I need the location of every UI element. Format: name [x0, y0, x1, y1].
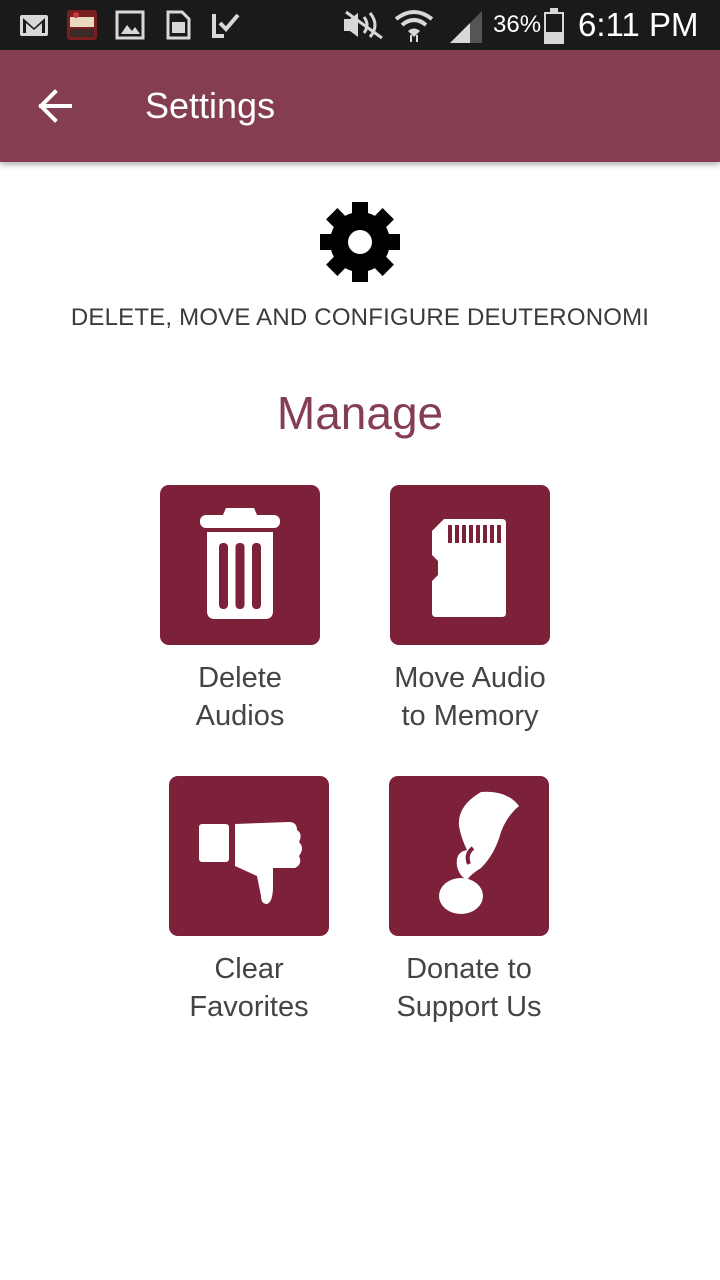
download-check-icon: [212, 13, 240, 38]
status-bar: 36% 6:11 PM: [0, 0, 720, 50]
tile-label-line: Audios: [195, 700, 285, 732]
donate-hand-icon: [439, 791, 519, 914]
delete-audios-label: Delete Audios: [110, 659, 370, 735]
wifi-icon: [394, 10, 434, 42]
gmail-icon: [20, 15, 48, 36]
tile-label-line: Support Us: [396, 991, 542, 1023]
donate-label: Donate to Support Us: [339, 950, 599, 1026]
donate-tile[interactable]: [389, 776, 549, 936]
trash-icon: [200, 508, 280, 619]
app-bar: Settings: [0, 50, 720, 162]
delete-audios-tile[interactable]: [160, 485, 320, 645]
tile-label-line: Donate to: [406, 953, 532, 985]
page-title: Settings: [145, 85, 276, 126]
sd-card-icon: [432, 519, 506, 617]
tile-label-line: Move Audio: [394, 662, 546, 694]
app-notification-icon: [67, 10, 97, 40]
settings-subtitle: DELETE, MOVE AND CONFIGURE DEUTERONOMI: [70, 304, 650, 331]
tile-label-line: to Memory: [401, 700, 539, 732]
move-audio-tile[interactable]: [390, 485, 550, 645]
clear-favorites-tile[interactable]: [169, 776, 329, 936]
status-time: 6:11 PM: [578, 6, 699, 43]
battery-icon: [544, 8, 564, 44]
sim-card-icon: [166, 10, 191, 40]
thumbs-down-icon: [199, 822, 302, 904]
section-title-manage: Manage: [276, 387, 444, 439]
tile-label-line: Delete: [198, 662, 282, 694]
mute-icon: [344, 10, 383, 40]
back-button[interactable]: [26, 80, 86, 132]
settings-header-icon: [318, 200, 402, 284]
gear-icon: [320, 202, 400, 282]
signal-icon: [450, 11, 482, 43]
move-audio-label: Move Audio to Memory: [340, 659, 600, 735]
gallery-icon: [115, 10, 145, 40]
battery-percent: 36%: [493, 11, 542, 38]
back-arrow-icon: [38, 89, 72, 123]
